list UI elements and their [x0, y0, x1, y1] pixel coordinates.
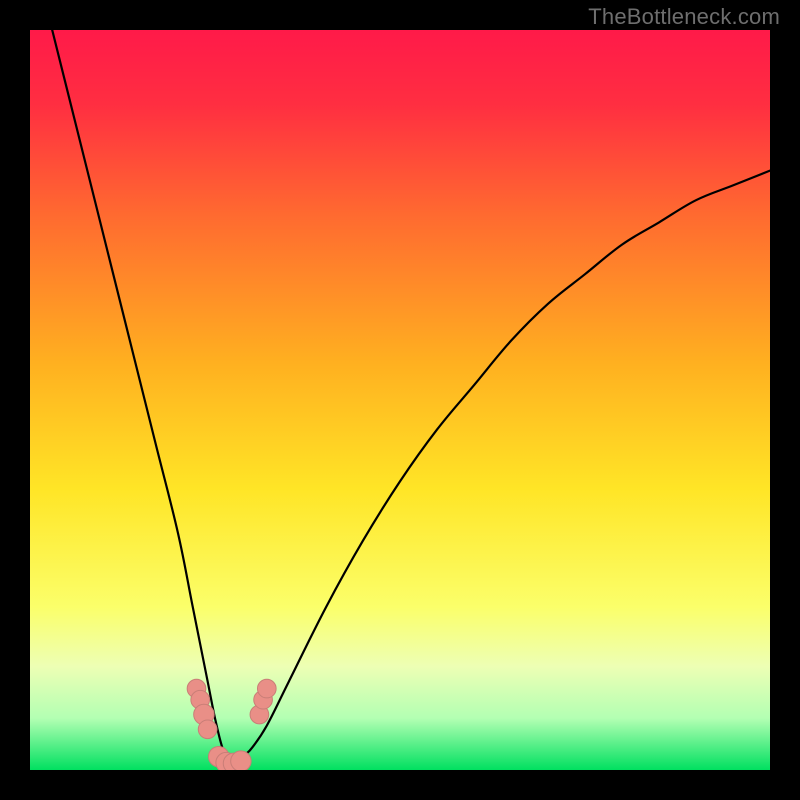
- watermark-text: TheBottleneck.com: [588, 4, 780, 30]
- curve-marker: [198, 720, 217, 739]
- gradient-background: [30, 30, 770, 770]
- curve-marker: [231, 751, 251, 770]
- plot-area: [30, 30, 770, 770]
- curve-marker: [257, 679, 276, 698]
- chart-svg: [30, 30, 770, 770]
- chart-frame: TheBottleneck.com: [0, 0, 800, 800]
